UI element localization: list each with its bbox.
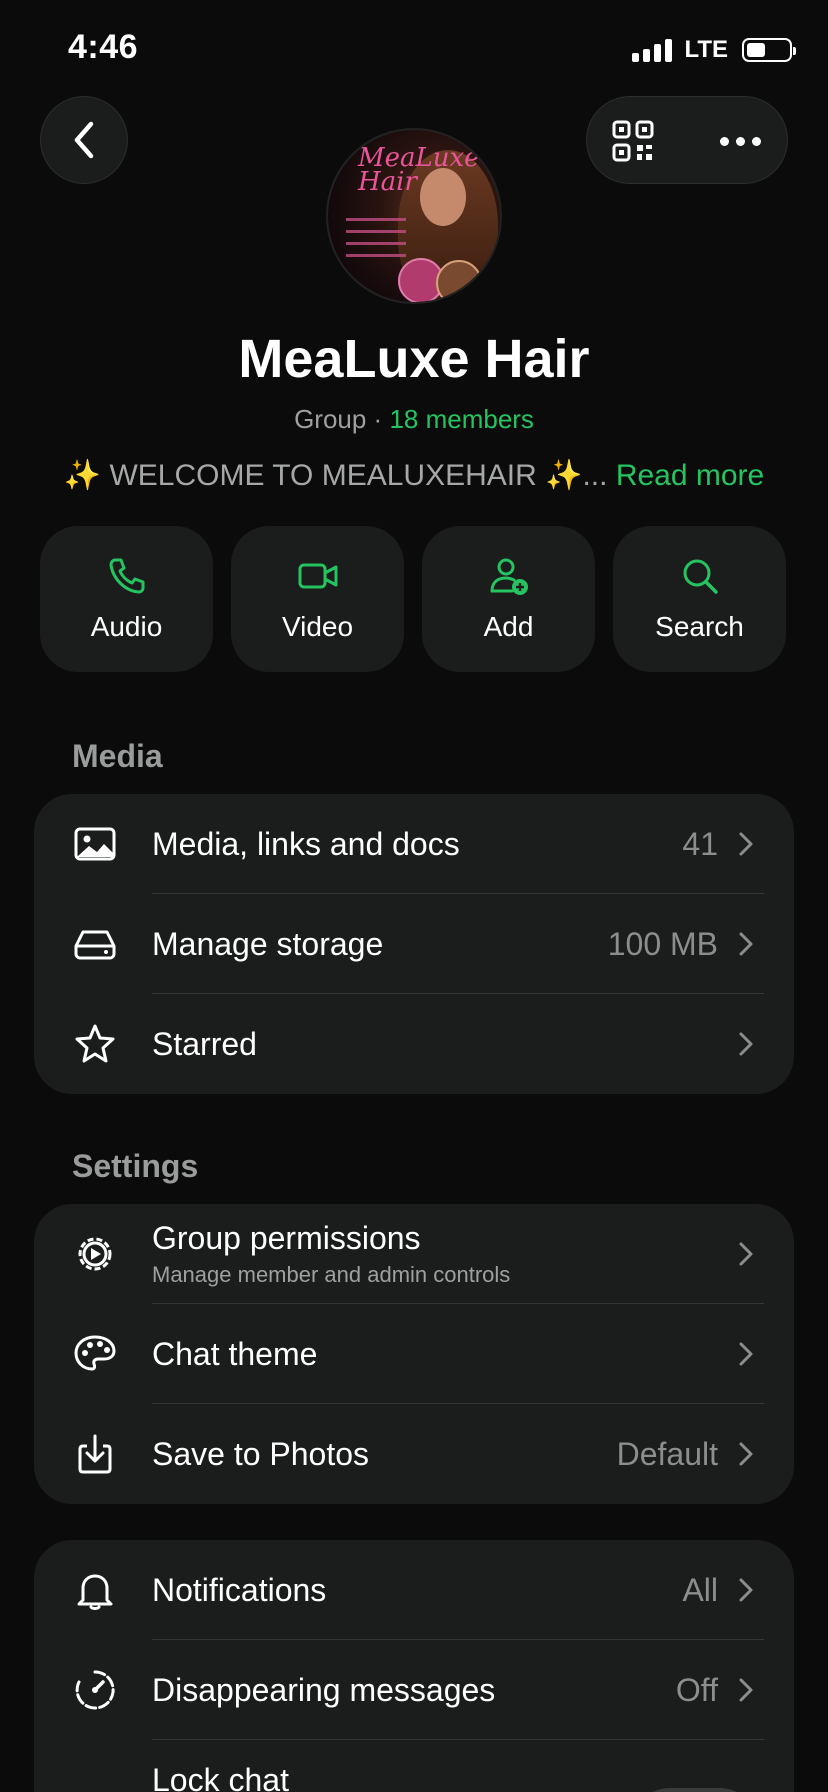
status-time: 4:46: [68, 28, 139, 66]
row-label: Media, links and docs: [152, 825, 460, 862]
gear-icon: [72, 1231, 118, 1277]
action-label: Video: [281, 611, 354, 642]
video-icon: [298, 563, 337, 589]
row-sublabel: Manage member and admin controls: [152, 1262, 511, 1287]
row-label: Chat theme: [152, 1335, 318, 1372]
row-label: Starred: [152, 1025, 257, 1062]
action-label: Add: [483, 611, 534, 642]
row-value: All: [682, 1571, 718, 1608]
notifications-card: Notifications All Disappearing messages …: [34, 1540, 794, 1792]
video-call-button[interactable]: Video: [231, 526, 404, 672]
row-label: Save to Photos: [152, 1435, 370, 1472]
row-label: Group permissions: [152, 1220, 421, 1256]
qr-code-icon: [612, 120, 654, 162]
action-buttons: Audio Video Add Search: [40, 526, 786, 672]
search-icon: [683, 559, 718, 594]
header-actions: [586, 96, 788, 184]
row-label: Manage storage: [152, 925, 384, 962]
action-label: Search: [655, 611, 744, 642]
battery-icon: [742, 38, 796, 62]
chevron-right-icon: [739, 1242, 753, 1266]
media-card: Media, links and docs 41 Manage storage …: [34, 794, 794, 1094]
row-value: Default: [616, 1435, 718, 1472]
group-meta: Group · 18 members: [0, 404, 828, 435]
lock-chat-toggle[interactable]: [632, 1788, 758, 1792]
add-user-icon: [490, 558, 528, 595]
action-label: Audio: [90, 611, 163, 642]
chevron-right-icon: [739, 1032, 753, 1056]
chat-theme-row[interactable]: Chat theme: [34, 1304, 794, 1404]
download-icon: [72, 1431, 118, 1477]
lock-chat-row[interactable]: Lock chat: [34, 1740, 794, 1792]
manage-storage-row[interactable]: Manage storage 100 MB: [34, 894, 794, 994]
chevron-right-icon: [739, 1678, 753, 1702]
members-link[interactable]: 18 members: [389, 404, 534, 434]
group-description: ✨ WELCOME TO MEALUXEHAIR ✨... Read more: [0, 458, 828, 493]
row-value: Off: [675, 1671, 718, 1708]
read-more-link[interactable]: Read more: [616, 459, 764, 492]
chevron-right-icon: [739, 1342, 753, 1366]
description-text: ✨ WELCOME TO MEALUXEHAIR ✨...: [63, 459, 608, 492]
palette-icon: [72, 1331, 118, 1377]
row-label: Notifications: [152, 1571, 327, 1608]
row-label: Lock chat: [152, 1762, 289, 1792]
chevron-right-icon: [739, 832, 753, 856]
group-avatar[interactable]: MeaLuxe Hair: [326, 128, 502, 304]
chevron-left-icon: [74, 121, 94, 159]
network-type: LTE: [684, 36, 728, 63]
chevron-right-icon: [739, 1442, 753, 1466]
group-permissions-row[interactable]: Group permissions Manage member and admi…: [34, 1204, 794, 1304]
qr-code-button[interactable]: [611, 119, 655, 163]
status-bar: 4:46 LTE: [0, 0, 828, 100]
disappearing-messages-row[interactable]: Disappearing messages Off: [34, 1640, 794, 1740]
back-button[interactable]: [40, 96, 128, 184]
signal-icon: [632, 38, 673, 62]
settings-section-title: Settings: [72, 1148, 199, 1184]
row-value: 41: [682, 825, 718, 862]
settings-card: Group permissions Manage member and admi…: [34, 1204, 794, 1504]
starred-row[interactable]: Starred: [34, 994, 794, 1094]
media-section-title: Media: [72, 738, 163, 774]
row-value: 100 MB: [607, 925, 718, 962]
image-icon: [72, 821, 118, 867]
media-links-docs-row[interactable]: Media, links and docs 41: [34, 794, 794, 894]
lock-icon: [72, 1788, 118, 1792]
avatar-brand-logo: MeaLuxe Hair: [358, 143, 480, 197]
add-member-button[interactable]: Add: [422, 526, 595, 672]
group-name: MeaLuxe Hair: [238, 329, 590, 389]
search-button[interactable]: Search: [613, 526, 786, 672]
more-horizontal-icon: [719, 136, 729, 146]
row-label: Disappearing messages: [152, 1671, 496, 1708]
bell-icon: [72, 1567, 118, 1613]
more-options-button[interactable]: [715, 121, 765, 161]
chevron-right-icon: [739, 932, 753, 956]
group-type: Group ·: [294, 404, 390, 434]
storage-icon: [72, 921, 118, 967]
chevron-right-icon: [739, 1578, 753, 1602]
audio-call-button[interactable]: Audio: [40, 526, 213, 672]
phone-icon: [109, 558, 144, 594]
star-icon: [72, 1021, 118, 1067]
notifications-row[interactable]: Notifications All: [34, 1540, 794, 1640]
status-indicators: LTE: [632, 36, 796, 64]
save-to-photos-row[interactable]: Save to Photos Default: [34, 1404, 794, 1504]
timer-icon: [72, 1667, 118, 1713]
